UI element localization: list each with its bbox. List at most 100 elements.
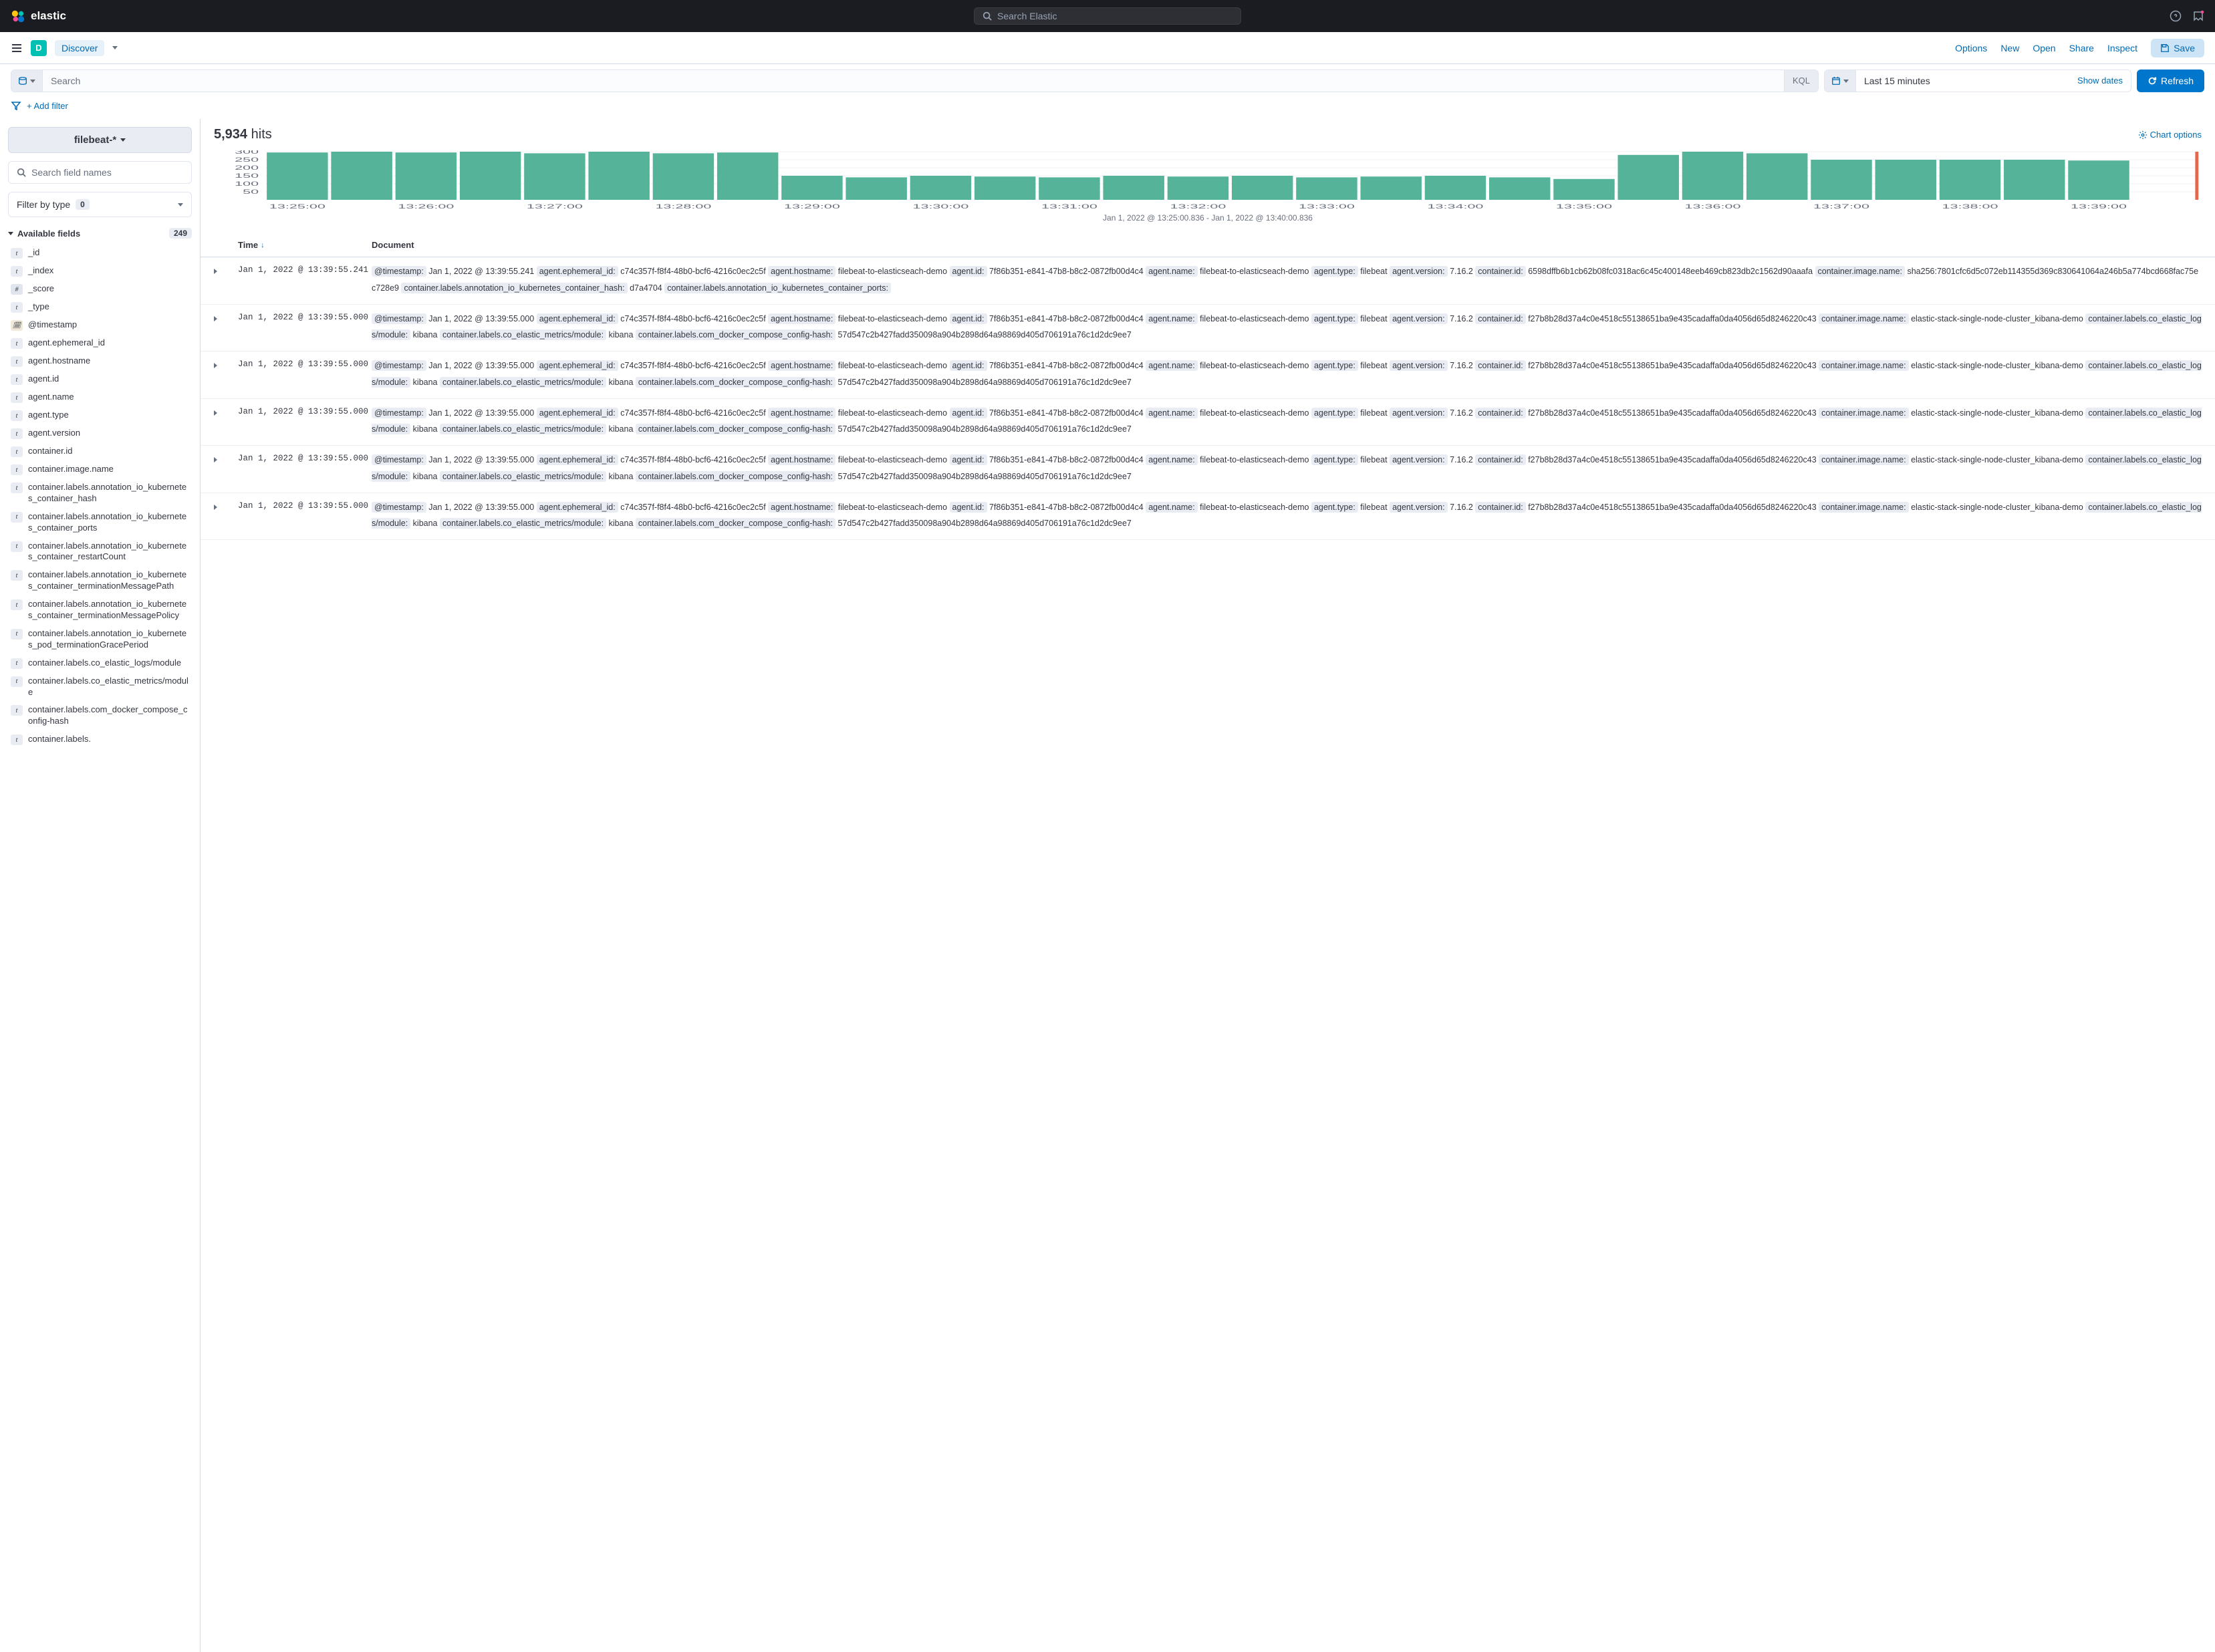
time-range-text[interactable]: Last 15 minutes	[1856, 70, 2069, 92]
add-filter-button[interactable]: + Add filter	[27, 101, 68, 111]
brand-name: elastic	[31, 9, 66, 23]
field-item[interactable]: t_type	[8, 298, 192, 316]
field-item[interactable]: tcontainer.labels.annotation_io_kubernet…	[8, 478, 192, 508]
field-item[interactable]: tcontainer.labels.annotation_io_kubernet…	[8, 595, 192, 625]
field-item[interactable]: tcontainer.labels.	[8, 730, 192, 748]
field-item[interactable]: tcontainer.labels.annotation_io_kubernet…	[8, 508, 192, 537]
field-item[interactable]: t_id	[8, 244, 192, 262]
chart-range-label: Jan 1, 2022 @ 13:25:00.836 - Jan 1, 2022…	[214, 211, 2202, 228]
svg-text:13:33:00: 13:33:00	[1299, 203, 1355, 210]
svg-text:13:35:00: 13:35:00	[1556, 203, 1612, 210]
share-link[interactable]: Share	[2069, 43, 2094, 53]
document-cell: @timestamp: Jan 1, 2022 @ 13:39:55.000 a…	[372, 500, 2202, 533]
field-item[interactable]: t container.id	[8, 442, 192, 460]
field-type-icon: t	[11, 392, 23, 403]
filter-by-type[interactable]: Filter by type 0	[8, 192, 192, 217]
document-cell: @timestamp: Jan 1, 2022 @ 13:39:55.241 a…	[372, 264, 2202, 297]
field-name-label: @timestamp	[28, 319, 77, 331]
chart-options-button[interactable]: Chart options	[2138, 130, 2202, 140]
svg-text:13:39:00: 13:39:00	[2071, 203, 2127, 210]
field-type-icon: t	[11, 676, 23, 687]
field-type-icon: t	[11, 428, 23, 439]
field-item[interactable]: 🗓@timestamp	[8, 316, 192, 334]
field-item[interactable]: t agent.hostname	[8, 352, 192, 370]
elastic-logo[interactable]: elastic	[11, 9, 66, 23]
field-item[interactable]: tcontainer.labels.co_elastic_metrics/mod…	[8, 672, 192, 702]
svg-text:13:36:00: 13:36:00	[1685, 203, 1741, 210]
field-name-label: agent.id	[28, 374, 59, 385]
help-icon[interactable]	[2170, 10, 2182, 22]
fields-sidebar: filebeat-* Search field names Filter by …	[0, 119, 201, 1652]
index-pattern-selector[interactable]: filebeat-*	[8, 127, 192, 153]
filter-icon[interactable]	[11, 100, 21, 111]
field-item[interactable]: tcontainer.labels.co_elastic_logs/module	[8, 654, 192, 672]
field-name-label: container.id	[28, 446, 73, 457]
expand-row-button[interactable]	[214, 406, 238, 418]
space-selector[interactable]: D	[31, 40, 47, 56]
svg-text:200: 200	[235, 164, 259, 171]
field-item[interactable]: tcontainer.labels.com_docker_compose_con…	[8, 701, 192, 730]
field-type-icon: t	[11, 570, 23, 581]
field-item[interactable]: tcontainer.labels.annotation_io_kubernet…	[8, 537, 192, 567]
inspect-link[interactable]: Inspect	[2107, 43, 2137, 53]
field-item[interactable]: tcontainer.image.name	[8, 460, 192, 478]
field-type-icon: t	[11, 483, 23, 493]
expand-row-button[interactable]	[214, 452, 238, 464]
app-nav-bar: D Discover Options New Open Share Inspec…	[0, 32, 2215, 64]
time-cell: Jan 1, 2022 @ 13:39:55.000	[238, 311, 372, 322]
field-type-icon: #	[11, 284, 23, 295]
field-type-icon: t	[11, 266, 23, 277]
expand-row-button[interactable]	[214, 264, 238, 276]
field-item[interactable]: tagent.ephemeral_id	[8, 334, 192, 352]
field-item[interactable]: tagent.type	[8, 406, 192, 424]
field-type-icon: t	[11, 512, 23, 523]
field-search-input[interactable]: Search field names	[8, 161, 192, 184]
field-type-icon: t	[11, 446, 23, 457]
hamburger-icon[interactable]	[11, 42, 23, 54]
open-link[interactable]: Open	[2033, 43, 2055, 53]
field-item[interactable]: t_index	[8, 262, 192, 280]
options-link[interactable]: Options	[1955, 43, 1987, 53]
field-name-label: agent.hostname	[28, 356, 90, 367]
time-quick-menu[interactable]	[1825, 70, 1856, 92]
histogram-chart[interactable]: 5010015020025030013:25:0013:26:0013:27:0…	[201, 150, 2215, 233]
query-menu-button[interactable]	[11, 70, 43, 92]
document-column-header[interactable]: Document	[372, 240, 2202, 250]
svg-text:13:27:00: 13:27:00	[527, 203, 583, 210]
app-name-link[interactable]: Discover	[55, 40, 104, 56]
expand-row-button[interactable]	[214, 311, 238, 323]
query-input[interactable]: Search	[43, 70, 1784, 92]
time-column-header[interactable]: Time ↓	[238, 240, 372, 250]
expand-row-button[interactable]	[214, 358, 238, 370]
field-item[interactable]: #_score	[8, 280, 192, 298]
field-name-label: container.labels.annotation_io_kubernete…	[28, 628, 189, 651]
field-name-label: container.labels.com_docker_compose_conf…	[28, 704, 189, 727]
field-type-icon: t	[11, 356, 23, 367]
query-language-switch[interactable]: KQL	[1784, 70, 1818, 92]
save-button[interactable]: Save	[2151, 39, 2204, 57]
search-icon	[17, 168, 26, 177]
refresh-button[interactable]: Refresh	[2137, 70, 2204, 92]
chevron-down-icon	[1843, 80, 1849, 83]
field-name-label: container.labels.co_elastic_logs/module	[28, 658, 181, 669]
global-search[interactable]: Search Elastic	[974, 7, 1241, 25]
show-dates-button[interactable]: Show dates	[2069, 70, 2131, 92]
document-row: Jan 1, 2022 @ 13:39:55.000@timestamp: Ja…	[201, 399, 2215, 446]
field-name-label: agent.version	[28, 428, 80, 439]
field-item[interactable]: t container.labels.annotation_io_kubernet…	[8, 566, 192, 595]
available-fields-header[interactable]: Available fields 249	[8, 225, 192, 241]
field-item[interactable]: tagent.id	[8, 370, 192, 388]
field-item[interactable]: tagent.name	[8, 388, 192, 406]
field-item[interactable]: tcontainer.labels.annotation_io_kubernet…	[8, 625, 192, 654]
field-item[interactable]: t agent.version	[8, 424, 192, 442]
field-type-icon: t	[11, 248, 23, 259]
document-row: Jan 1, 2022 @ 13:39:55.000@timestamp: Ja…	[201, 305, 2215, 352]
svg-text:13:34:00: 13:34:00	[1428, 203, 1484, 210]
new-link[interactable]: New	[2000, 43, 2019, 53]
expand-row-button[interactable]	[214, 500, 238, 512]
search-icon	[983, 11, 992, 21]
breadcrumb-chevron-icon[interactable]	[112, 46, 118, 49]
newsfeed-icon[interactable]	[2192, 10, 2204, 22]
field-type-icon: t	[11, 599, 23, 610]
field-name-label: container.labels.annotation_io_kubernete…	[28, 569, 189, 592]
